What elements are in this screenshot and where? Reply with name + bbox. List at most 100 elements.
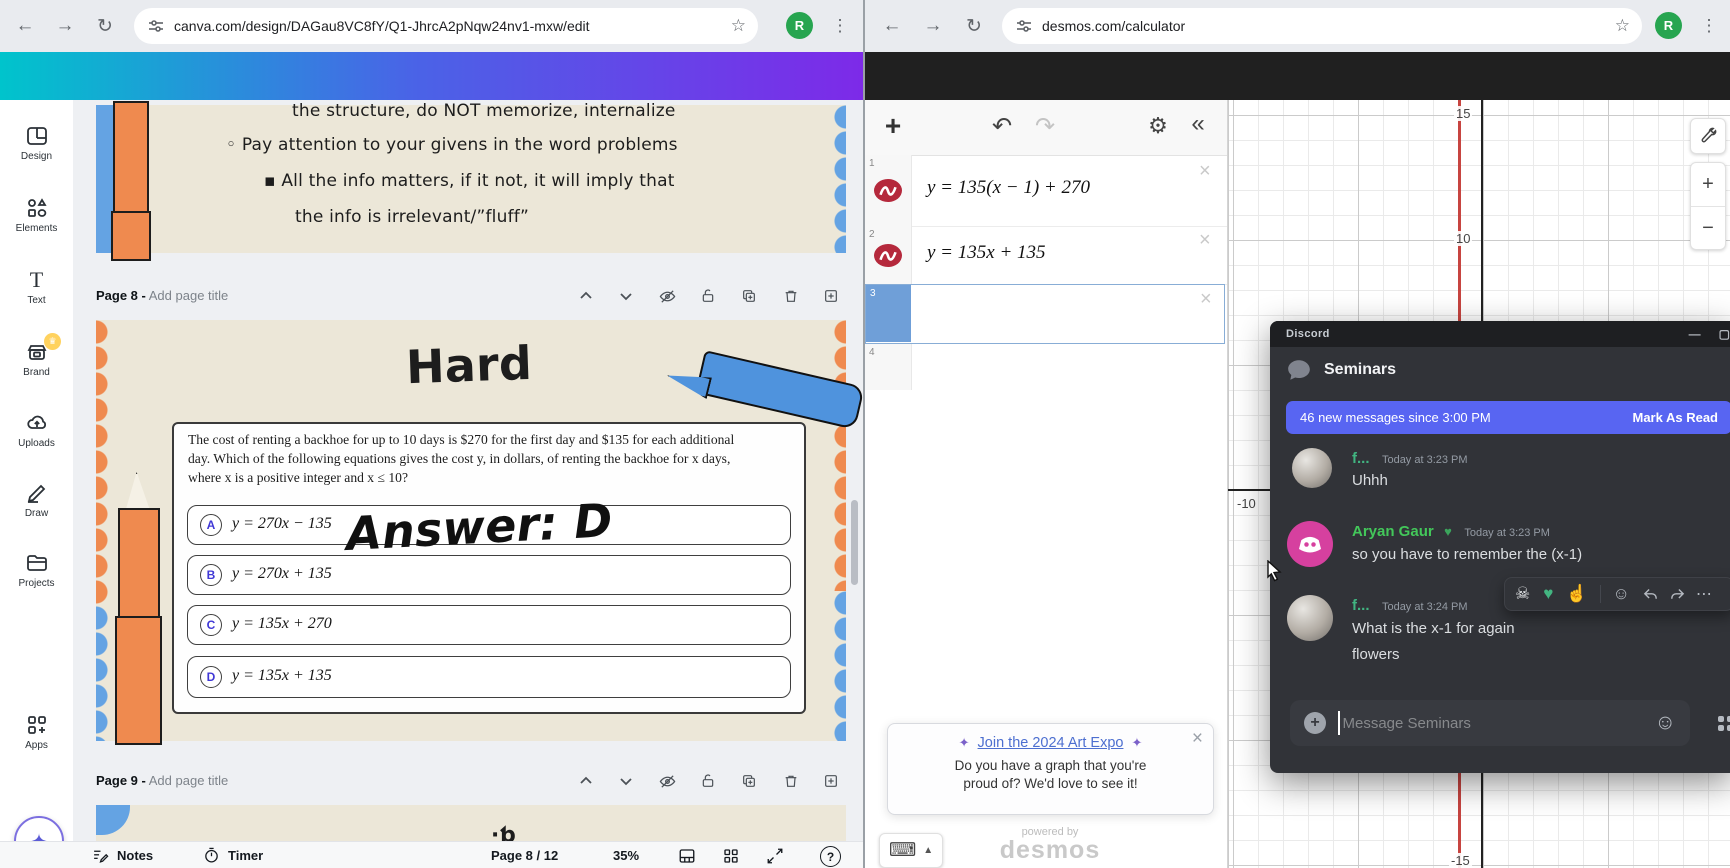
bookmark-star-icon[interactable]: ☆ xyxy=(1615,16,1630,36)
expression-row-2[interactable]: 2 y = 135x + 135 × xyxy=(865,226,1227,285)
sticker-picker-icon[interactable] xyxy=(1718,707,1730,739)
graph-settings-gear-icon[interactable]: ⚙ xyxy=(1143,110,1173,142)
page9-duplicate-icon[interactable] xyxy=(741,773,757,789)
url-text[interactable]: desmos.com/calculator xyxy=(1042,18,1582,34)
problem-card[interactable]: The cost of renting a backhoe for up to … xyxy=(172,422,806,714)
sidebar-item-draw[interactable]: Draw xyxy=(0,481,73,519)
page-8[interactable]: Hard The cost of renting a backhoe for u… xyxy=(96,320,846,741)
page8-move-up-icon[interactable] xyxy=(578,288,594,304)
grid-view-icon[interactable] xyxy=(678,847,696,865)
sidebar-item-uploads[interactable]: Uploads xyxy=(0,411,73,449)
forward-icon[interactable]: → xyxy=(52,13,78,39)
message-input[interactable]: + Message Seminars ☺ xyxy=(1290,700,1690,746)
heart-reaction-icon[interactable]: ♥ xyxy=(1543,584,1553,604)
discord-window[interactable]: Discord — ▢ Seminars 46 new messages sin… xyxy=(1270,321,1730,773)
page8-delete-icon[interactable] xyxy=(783,288,799,304)
avatar[interactable] xyxy=(1292,448,1332,488)
reply-icon[interactable] xyxy=(1642,586,1659,603)
page9-move-up-icon[interactable] xyxy=(578,773,594,789)
page9-title-placeholder[interactable]: Add page title xyxy=(149,773,229,788)
remove-expression-icon[interactable]: × xyxy=(1199,230,1211,250)
mark-as-read-button[interactable]: Mark As Read xyxy=(1633,410,1719,425)
page7-line[interactable]: ▪ All the info matters, if it not, it wi… xyxy=(264,171,675,191)
expression-latex[interactable]: y = 135x + 135 xyxy=(927,242,1046,264)
page8-hide-icon[interactable] xyxy=(659,288,676,305)
message-3[interactable]: f... Today at 3:24 PM What is the x-1 fo… xyxy=(1352,597,1515,663)
message-author[interactable]: f... xyxy=(1352,597,1370,614)
option-d[interactable]: D y = 135x + 135 xyxy=(187,656,791,698)
minimize-icon[interactable]: — xyxy=(1689,327,1701,341)
more-actions-icon[interactable]: ⋯ xyxy=(1696,584,1712,604)
bookmark-star-icon[interactable]: ☆ xyxy=(731,16,746,36)
page8-title[interactable]: Hard xyxy=(405,336,533,394)
expression-row-1[interactable]: 1 y = 135(x − 1) + 270 × xyxy=(865,155,1227,227)
profile-avatar[interactable]: R xyxy=(1655,12,1682,39)
page9-add-page-icon[interactable] xyxy=(823,773,839,789)
forward-icon[interactable] xyxy=(1669,586,1686,603)
page8-lock-icon[interactable] xyxy=(700,288,716,304)
site-settings-icon[interactable] xyxy=(148,18,164,34)
expression-gutter[interactable]: 1 xyxy=(865,155,912,226)
notes-button[interactable]: Notes xyxy=(117,848,153,863)
add-expression-button[interactable]: + xyxy=(877,110,909,142)
collapse-panel-icon[interactable]: « xyxy=(1183,108,1213,140)
zoom-out-button[interactable]: − xyxy=(1691,207,1725,249)
expression-gutter-selected[interactable]: 3 xyxy=(866,285,911,342)
browser-menu-icon[interactable]: ⋮ xyxy=(1699,13,1719,39)
expression-gutter[interactable]: 2 xyxy=(865,226,912,284)
remove-expression-icon[interactable]: × xyxy=(1200,289,1212,309)
attach-plus-icon[interactable]: + xyxy=(1304,712,1326,734)
message-author[interactable]: f... xyxy=(1352,450,1370,467)
thumbsup-reaction-icon[interactable]: ☝ xyxy=(1566,584,1587,604)
option-c[interactable]: C y = 135x + 270 xyxy=(187,605,791,645)
avatar[interactable] xyxy=(1287,595,1333,641)
address-bar[interactable]: desmos.com/calculator ☆ xyxy=(1002,8,1642,44)
art-expo-link[interactable]: Join the 2024 Art Expo xyxy=(978,735,1124,751)
profile-avatar[interactable]: R xyxy=(786,12,813,39)
message-2[interactable]: Aryan Gaur ♥ Today at 3:23 PM so you hav… xyxy=(1352,523,1582,563)
help-icon[interactable]: ? xyxy=(820,846,841,867)
channel-name[interactable]: Seminars xyxy=(1324,361,1396,379)
page8-duplicate-icon[interactable] xyxy=(741,288,757,304)
page9-delete-icon[interactable] xyxy=(783,773,799,789)
discord-titlebar[interactable]: Discord — ▢ xyxy=(1270,321,1730,347)
zoom-level[interactable]: 35% xyxy=(613,848,639,863)
skull-reaction-icon[interactable]: ☠ xyxy=(1515,584,1530,604)
page9-lock-icon[interactable] xyxy=(700,773,716,789)
message-1[interactable]: f... Today at 3:23 PM Uhhh xyxy=(1352,450,1468,489)
back-icon[interactable]: ← xyxy=(12,13,38,39)
avatar[interactable] xyxy=(1287,521,1333,567)
graph-settings-wrench-button[interactable] xyxy=(1690,118,1726,154)
page-10[interactable]: ∙ƅ xyxy=(96,805,846,841)
keyboard-toggle-button[interactable]: ⌨ ▲ xyxy=(879,833,943,868)
zoom-in-button[interactable]: + xyxy=(1691,163,1725,206)
function-color-icon[interactable] xyxy=(874,179,902,202)
reload-icon[interactable]: ↻ xyxy=(961,13,987,39)
sidebar-item-brand[interactable]: ♛ Brand xyxy=(0,340,73,378)
function-color-icon[interactable] xyxy=(874,244,902,267)
expression-row-4[interactable]: 4 xyxy=(865,344,912,390)
canvas-scrollbar[interactable] xyxy=(851,500,858,585)
page8-title-placeholder[interactable]: Add page title xyxy=(149,288,229,303)
reload-icon[interactable]: ↻ xyxy=(92,13,118,39)
fullscreen-icon[interactable] xyxy=(766,847,784,865)
emoji-picker-icon[interactable]: ☺ xyxy=(1655,711,1676,735)
page8-add-page-icon[interactable] xyxy=(823,288,839,304)
forward-icon[interactable]: → xyxy=(920,13,946,39)
page7-line[interactable]: the structure, do NOT memorize, internal… xyxy=(292,101,676,121)
timer-button[interactable]: Timer xyxy=(228,848,263,863)
popup-close-icon[interactable]: × xyxy=(1192,728,1203,750)
unread-banner[interactable]: 46 new messages since 3:00 PM Mark As Re… xyxy=(1286,401,1730,434)
page-indicator[interactable]: Page 8 / 12 xyxy=(491,848,558,863)
add-reaction-icon[interactable]: ☺ xyxy=(1613,584,1630,604)
url-text[interactable]: canva.com/design/DAGau8VC8fY/Q1-JhrcA2pN… xyxy=(174,18,714,34)
thumbnail-view-icon[interactable] xyxy=(722,847,740,865)
browser-menu-icon[interactable]: ⋮ xyxy=(830,13,850,39)
sidebar-item-design[interactable]: Design xyxy=(0,124,73,162)
page-7[interactable]: the structure, do NOT memorize, internal… xyxy=(96,105,846,253)
address-bar[interactable]: canva.com/design/DAGau8VC8fY/Q1-JhrcA2pN… xyxy=(134,8,758,44)
expression-latex[interactable]: y = 135(x − 1) + 270 xyxy=(927,177,1090,199)
page9-move-down-icon[interactable] xyxy=(618,773,634,789)
page7-line[interactable]: ◦ Pay attention to your givens in the wo… xyxy=(226,135,678,155)
sidebar-item-apps[interactable]: Apps xyxy=(0,713,73,751)
